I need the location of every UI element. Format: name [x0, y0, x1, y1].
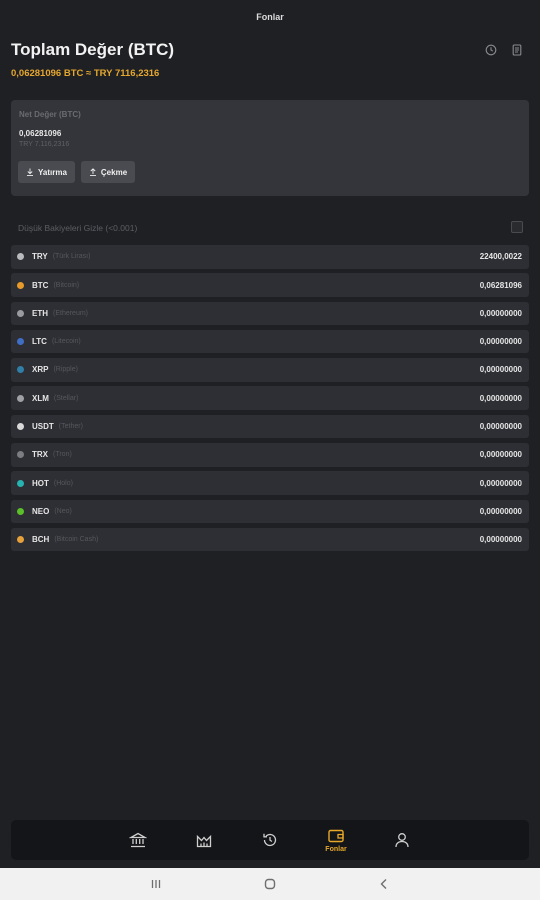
asset-name: (Litecoin): [51, 338, 81, 346]
bottom-navigation: Fonlar: [11, 820, 529, 860]
asset-row-hot[interactable]: HOT (Holo) 0,00000000: [11, 471, 529, 495]
asset-balance: 0,00000000: [479, 422, 522, 432]
btc-coin-icon: [17, 281, 24, 289]
hide-low-balances-checkbox[interactable]: [511, 221, 523, 233]
asset-symbol: USDT: [32, 422, 54, 432]
asset-symbol: XLM: [32, 393, 49, 403]
bch-coin-icon: [17, 536, 24, 544]
net-value-label: Net Değer (BTC): [19, 110, 81, 119]
top-bar: Fonlar: [0, 0, 540, 34]
neo-coin-icon: [17, 507, 24, 515]
asset-balance: 0,00000000: [479, 365, 522, 375]
asset-symbol: HOT: [32, 478, 49, 488]
asset-symbol: NEO: [32, 506, 50, 516]
asset-balance: 22400,0022: [479, 252, 522, 262]
asset-symbol: ETH: [32, 308, 48, 318]
asset-name: (Ethereum): [53, 309, 89, 317]
asset-symbol: TRY: [32, 252, 48, 262]
asset-symbol: XRP: [32, 365, 49, 375]
usdt-coin-icon: [17, 423, 24, 431]
asset-row-usdt[interactable]: USDT (Tether) 0,00000000: [11, 414, 529, 439]
nav-bank[interactable]: [125, 831, 151, 849]
asset-name: (Tether): [58, 423, 83, 431]
asset-name: (Neo): [54, 507, 72, 515]
document-icon[interactable]: [511, 43, 523, 56]
asset-balance: 0,00000000: [479, 450, 522, 460]
asset-symbol: BCH: [32, 535, 50, 545]
asset-symbol: TRX: [32, 450, 48, 460]
total-value-header: Toplam Değer (BTC) 0,06281096 BTC ≈ TRY …: [11, 40, 529, 86]
asset-row-try[interactable]: TRY (Türk Lirası) 22400,0022: [11, 245, 529, 269]
deposit-button[interactable]: Yatırma: [18, 161, 75, 183]
asset-name: (Stellar): [53, 394, 79, 402]
net-value-btc: 0,06281096: [19, 129, 62, 138]
back-icon[interactable]: [377, 877, 391, 891]
asset-name: (Ripple): [53, 366, 78, 374]
hide-low-balances-row[interactable]: Düşük Bakiyeleri Gizle (<0.001): [11, 220, 529, 236]
history-icon[interactable]: [485, 43, 497, 56]
history-icon: [263, 833, 277, 847]
total-value-amount: 0,06281096 BTC ≈ TRY 7116,2316: [11, 68, 160, 79]
asset-row-btc[interactable]: BTC (Bitcoin) 0,06281096: [11, 273, 529, 297]
deposit-label: Yatırma: [38, 167, 67, 177]
asset-row-bch[interactable]: BCH (Bitcoin Cash) 0,00000000: [11, 527, 529, 552]
asset-symbol: LTC: [32, 337, 47, 347]
asset-row-eth[interactable]: ETH (Ethereum) 0,00000000: [11, 301, 529, 326]
asset-row-neo[interactable]: NEO (Neo) 0,00000000: [11, 499, 529, 524]
net-value-try: TRY 7.116,2316: [19, 141, 70, 148]
try-coin-icon: [17, 253, 24, 261]
asset-balance: 0,00000000: [479, 393, 522, 403]
asset-balance: 0,00000000: [479, 506, 522, 516]
trx-coin-icon: [17, 451, 24, 459]
asset-name: (Tron): [53, 451, 72, 459]
market-chart-icon: [196, 834, 212, 848]
hide-low-balances-label: Düşük Bakiyeleri Gizle (<0.001): [18, 223, 138, 233]
xrp-coin-icon: [17, 366, 24, 374]
hot-coin-icon: [17, 479, 24, 487]
recents-icon[interactable]: [149, 877, 163, 891]
total-value-title: Toplam Değer (BTC): [11, 40, 175, 59]
asset-balance: 0,00000000: [479, 535, 522, 545]
nav-markets[interactable]: [191, 831, 217, 849]
asset-name: (Bitcoin): [53, 281, 80, 289]
eth-coin-icon: [17, 309, 24, 317]
withdraw-label: Çekme: [100, 167, 128, 177]
home-icon[interactable]: [263, 877, 277, 891]
asset-symbol: BTC: [32, 280, 49, 290]
nav-funds-label: Fonlar: [325, 846, 347, 853]
withdraw-button[interactable]: Çekme: [80, 161, 136, 183]
asset-row-ltc[interactable]: LTC (Litecoin) 0,00000000: [11, 329, 529, 354]
nav-history[interactable]: [257, 831, 283, 849]
asset-list: TRY (Türk Lirası) 22400,0022 BTC (Bitcoin) 0,…: [11, 245, 529, 556]
asset-name: (Bitcoin Cash): [54, 536, 99, 544]
asset-balance: 0,00000000: [479, 337, 522, 347]
bank-icon: [129, 832, 147, 848]
ltc-coin-icon: [17, 338, 24, 346]
asset-row-xlm[interactable]: XLM (Stellar) 0,00000000: [11, 386, 529, 410]
nav-profile[interactable]: [389, 831, 415, 849]
asset-balance: 0,00000000: [479, 308, 522, 318]
deposit-icon: [27, 168, 33, 176]
withdraw-icon: [89, 168, 96, 176]
asset-balance: 0,06281096: [479, 280, 522, 290]
profile-icon: [395, 833, 409, 848]
xlm-coin-icon: [17, 394, 24, 402]
system-navigation-bar: [0, 868, 540, 900]
asset-row-xrp[interactable]: XRP (Ripple) 0,00000000: [11, 358, 529, 382]
wallet-icon: [328, 829, 344, 843]
asset-name: (Holo): [53, 479, 73, 487]
page-title: Fonlar: [256, 12, 284, 22]
asset-balance: 0,00000000: [479, 478, 522, 488]
asset-name: (Türk Lirası): [52, 253, 91, 261]
net-value-card: Net Değer (BTC) 0,06281096 TRY 7.116,231…: [11, 100, 529, 196]
asset-row-trx[interactable]: TRX (Tron) 0,00000000: [11, 443, 529, 467]
nav-funds[interactable]: Fonlar: [323, 827, 349, 853]
